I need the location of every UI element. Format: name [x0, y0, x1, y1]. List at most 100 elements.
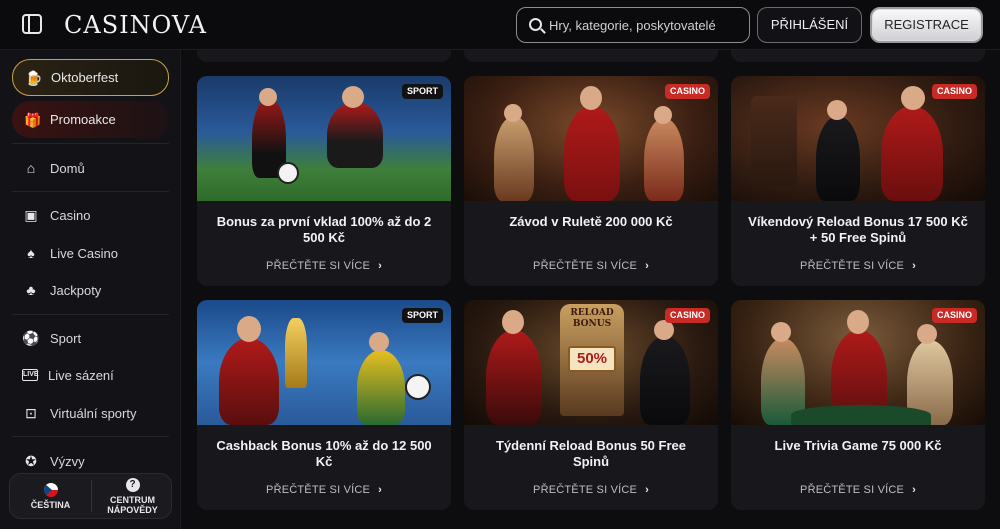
sidebar-item-label: Oktoberfest [51, 70, 119, 85]
woman-head [504, 104, 522, 122]
chevron-right-icon: › [645, 260, 649, 272]
promo-title: Bonus za první vklad 100% až do 2 500 Kč [216, 214, 432, 245]
login-button[interactable]: PŘIHLÁŠENÍ [757, 7, 862, 43]
sidebar-item-casino[interactable]: ▣ Casino [22, 205, 90, 225]
chevron-right-icon: › [912, 260, 916, 272]
sidebar-toggle-icon[interactable] [22, 14, 42, 34]
divider [12, 436, 169, 437]
help-center-button[interactable]: ? CENTRUM NÁPOVĚDY [92, 474, 173, 518]
language-label: ČEŠTINA [30, 499, 71, 510]
woman-head [654, 106, 672, 124]
top-header: CASINOVA PŘIHLÁŠENÍ REGISTRACE [0, 0, 1000, 50]
man-figure [564, 106, 620, 201]
divider [12, 314, 169, 315]
help-icon: ? [125, 477, 140, 492]
soccer-ball-icon [277, 162, 299, 184]
live-icon: LIVE [22, 369, 39, 381]
promo-title: Týdenní Reload Bonus 50 Free Spinů [496, 438, 686, 469]
chevron-right-icon: › [378, 484, 382, 496]
player-head [342, 86, 364, 108]
man-head [237, 316, 261, 342]
sidebar-item-promoakce[interactable]: 🎁 Promoakce [12, 101, 169, 138]
read-more-link[interactable]: PŘEČTĚTE SI VÍCE › [464, 260, 718, 272]
read-more-link[interactable]: PŘEČTĚTE SI VÍCE › [731, 260, 985, 272]
read-more-label: PŘEČTĚTE SI VÍCE [266, 260, 371, 272]
sidebar-item-label: Promoakce [50, 112, 116, 127]
sidebar-item-virtual-sports[interactable]: ⊡ Virtuální sporty [22, 403, 136, 423]
man-head [847, 310, 869, 334]
card-table-shape [791, 405, 931, 425]
promo-card[interactable]: SPORT Cashback Bonus 10% až do 12 500 Kč… [197, 300, 451, 510]
promo-title: Závod v Ruletě 200 000 Kč [509, 214, 673, 229]
woman-head [771, 322, 791, 342]
challenge-icon: ✪ [25, 453, 37, 469]
divider [12, 191, 169, 192]
divider [12, 143, 169, 144]
virtual-sport-icon: ⊡ [25, 405, 37, 421]
logo[interactable]: CASINOVA [64, 11, 207, 39]
card-partial [197, 50, 451, 62]
sidebar-item-label: Live sázení [48, 367, 114, 383]
read-more-link[interactable]: PŘEČTĚTE SI VÍCE › [197, 260, 451, 272]
read-more-label: PŘEČTĚTE SI VÍCE [800, 484, 905, 496]
sidebar-item-label: Výzvy [50, 453, 85, 469]
man-head [580, 86, 602, 110]
promo-title: Live Trivia Game 75 000 Kč [774, 438, 942, 453]
woman-figure [357, 350, 405, 425]
read-more-label: PŘEČTĚTE SI VÍCE [533, 260, 638, 272]
chevron-right-icon: › [912, 484, 916, 496]
promo-card[interactable]: CASINO Live Trivia Game 75 000 Kč PŘEČTĚ… [731, 300, 985, 510]
man-head [901, 86, 925, 110]
sidebar-item-live-casino[interactable]: ♠ Live Casino [22, 243, 118, 263]
man-figure [881, 106, 943, 201]
sidebar-item-vyzvy[interactable]: ✪ Výzvy [22, 451, 85, 471]
sidebar-item-jackpoty[interactable]: ♣ Jackpoty [22, 280, 101, 300]
search-box[interactable] [516, 7, 750, 43]
help-label: CENTRUM [110, 494, 155, 505]
sidebar-item-label: Sport [50, 330, 82, 346]
sidebar-item-live-sazeni[interactable]: LIVE Live sázení [22, 365, 114, 385]
sidebar-item-oktoberfest[interactable]: 🍺 Oktoberfest [12, 59, 169, 96]
home-icon: ⌂ [26, 160, 36, 176]
card-partial [731, 50, 985, 62]
chevron-right-icon: › [645, 484, 649, 496]
read-more-link[interactable]: PŘEČTĚTE SI VÍCE › [464, 484, 718, 496]
reload-bonus-sign: RELOAD BONUS [570, 308, 614, 329]
sidebar-item-label: Live Casino [50, 245, 118, 261]
category-badge: CASINO [931, 84, 977, 99]
category-badge: SPORT [401, 308, 443, 323]
register-button[interactable]: REGISTRACE [870, 7, 983, 43]
sidebar-item-label: Virtuální sporty [50, 405, 137, 421]
trophy-icon [285, 318, 307, 388]
category-badge: CASINO [664, 84, 710, 99]
read-more-link[interactable]: PŘEČTĚTE SI VÍCE › [731, 484, 985, 496]
woman-head [654, 320, 674, 340]
beer-mug-icon: 🍺 [25, 69, 43, 86]
woman-figure [494, 116, 534, 201]
sidebar-item-label: Domů [50, 160, 85, 176]
promo-title: Víkendový Reload Bonus 17 500 Kč + 50 Fr… [748, 214, 968, 245]
card-partial [464, 50, 718, 62]
promo-card[interactable]: CASINO Víkendový Reload Bonus 17 500 Kč … [731, 76, 985, 286]
promo-card[interactable]: CASINO Závod v Ruletě 200 000 Kč PŘEČTĚT… [464, 76, 718, 286]
woman-head [369, 332, 389, 352]
man-figure [486, 330, 542, 425]
clover-icon: ♣ [26, 282, 36, 298]
soccer-ball-icon: ⚽ [22, 330, 40, 346]
read-more-link[interactable]: PŘEČTĚTE SI VÍCE › [197, 484, 451, 496]
woman-figure [640, 336, 690, 425]
soccer-ball-icon [405, 374, 431, 400]
czech-flag-icon [43, 482, 58, 497]
sidebar-footer: ČEŠTINA ? CENTRUM NÁPOVĚDY [9, 473, 172, 519]
search-input[interactable] [549, 8, 745, 42]
promo-card[interactable]: RELOAD BONUS 50% CASINO Týdenní Reload B… [464, 300, 718, 510]
slot-machine-icon: ▣ [24, 207, 38, 223]
player-head [259, 88, 277, 106]
slot-reel-display: 50% [568, 346, 616, 372]
language-selector[interactable]: ČEŠTINA [10, 474, 91, 518]
search-icon [529, 18, 542, 31]
promo-card[interactable]: SPORT Bonus za první vklad 100% až do 2 … [197, 76, 451, 286]
sidebar-item-home[interactable]: ⌂ Domů [22, 158, 85, 178]
sidebar-item-sport[interactable]: ⚽ Sport [22, 328, 81, 348]
woman-head [827, 100, 847, 120]
